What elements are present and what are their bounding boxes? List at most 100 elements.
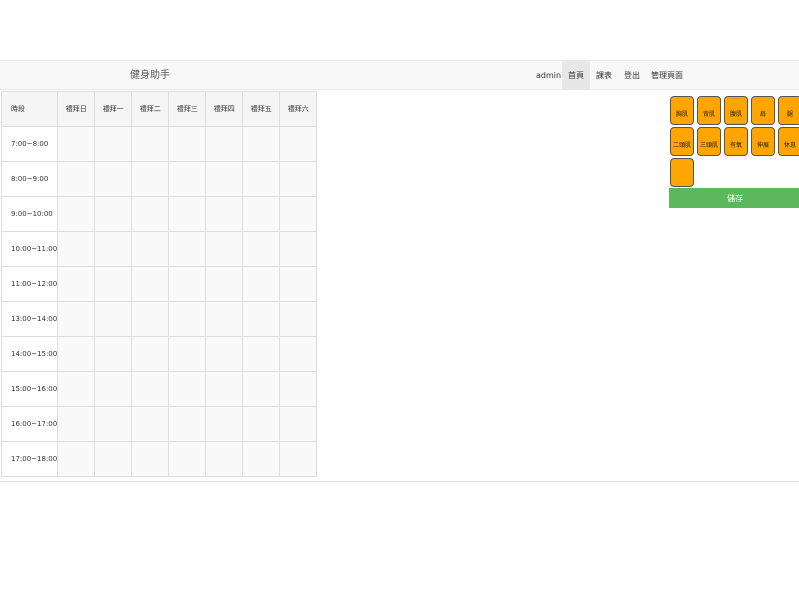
schedule-slot[interactable] xyxy=(205,196,244,232)
time-label: 10:00~11:00 xyxy=(0,231,59,267)
nav-admin[interactable]: 管理頁面 xyxy=(648,61,686,90)
schedule-row: 9:00~10:00 xyxy=(0,196,318,232)
schedule-slot[interactable] xyxy=(131,336,170,372)
schedule-slot[interactable] xyxy=(168,231,207,267)
time-label: 15:00~16:00 xyxy=(0,371,59,407)
schedule-slot[interactable] xyxy=(131,231,170,267)
schedule-slot[interactable] xyxy=(94,266,133,302)
schedule-slot[interactable] xyxy=(94,231,133,267)
schedule-slot[interactable] xyxy=(205,406,244,442)
tile-legs[interactable]: 腿 xyxy=(778,96,799,125)
schedule-slot[interactable] xyxy=(131,266,170,302)
save-button[interactable]: 儲存 xyxy=(669,188,799,208)
schedule-slot[interactable] xyxy=(57,126,96,162)
tile-rest[interactable]: 休息 xyxy=(778,127,799,156)
schedule-slot[interactable] xyxy=(168,196,207,232)
schedule-slot[interactable] xyxy=(168,336,207,372)
schedule-slot[interactable] xyxy=(242,406,281,442)
schedule-row: 17:00~18:00 xyxy=(0,441,318,477)
schedule-slot[interactable] xyxy=(57,441,96,477)
nav-schedule[interactable]: 課表 xyxy=(592,61,616,90)
schedule-slot[interactable] xyxy=(57,336,96,372)
schedule-slot[interactable] xyxy=(242,266,281,302)
schedule-slot[interactable] xyxy=(168,301,207,337)
schedule-slot[interactable] xyxy=(242,231,281,267)
tile-stretch[interactable]: 伸展 xyxy=(751,127,775,156)
schedule-slot[interactable] xyxy=(279,406,318,442)
schedule-slot[interactable] xyxy=(168,406,207,442)
schedule-slot[interactable] xyxy=(242,441,281,477)
schedule-slot[interactable] xyxy=(205,266,244,302)
schedule-slot[interactable] xyxy=(205,371,244,407)
schedule-slot[interactable] xyxy=(94,161,133,197)
schedule-slot[interactable] xyxy=(131,196,170,232)
schedule-slot[interactable] xyxy=(131,161,170,197)
schedule-slot[interactable] xyxy=(279,126,318,162)
brand-title[interactable]: 健身助手 xyxy=(130,61,170,91)
header-thursday: 禮拜四 xyxy=(205,91,244,127)
schedule-slot[interactable] xyxy=(205,336,244,372)
schedule-slot[interactable] xyxy=(242,196,281,232)
tile-biceps[interactable]: 二頭肌 xyxy=(670,127,694,156)
header-saturday: 禮拜六 xyxy=(279,91,318,127)
tile-triceps[interactable]: 三頭肌 xyxy=(697,127,721,156)
schedule-row: 8:00~9:00 xyxy=(0,161,318,197)
schedule-slot[interactable] xyxy=(279,371,318,407)
schedule-slot[interactable] xyxy=(279,301,318,337)
tile-empty[interactable] xyxy=(670,158,694,187)
schedule-slot[interactable] xyxy=(131,371,170,407)
schedule-slot[interactable] xyxy=(168,161,207,197)
schedule-slot[interactable] xyxy=(131,441,170,477)
time-label: 16:00~17:00 xyxy=(0,406,59,442)
schedule-row: 15:00~16:00 xyxy=(0,371,318,407)
schedule-slot[interactable] xyxy=(57,406,96,442)
schedule-slot[interactable] xyxy=(94,301,133,337)
header-wednesday: 禮拜三 xyxy=(168,91,207,127)
schedule-slot[interactable] xyxy=(94,441,133,477)
tile-abs[interactable]: 腹肌 xyxy=(724,96,748,125)
tile-shoulder[interactable]: 肩 xyxy=(751,96,775,125)
schedule-slot[interactable] xyxy=(168,371,207,407)
nav-logout[interactable]: 登出 xyxy=(620,61,644,90)
schedule-slot[interactable] xyxy=(57,266,96,302)
time-label: 13:00~14:00 xyxy=(0,301,59,337)
schedule-slot[interactable] xyxy=(242,371,281,407)
schedule-slot[interactable] xyxy=(205,231,244,267)
schedule-slot[interactable] xyxy=(94,196,133,232)
schedule-slot[interactable] xyxy=(57,196,96,232)
schedule-slot[interactable] xyxy=(279,266,318,302)
schedule-slot[interactable] xyxy=(242,301,281,337)
tile-cardio[interactable]: 有氧 xyxy=(724,127,748,156)
schedule-slot[interactable] xyxy=(131,406,170,442)
schedule-slot[interactable] xyxy=(168,126,207,162)
time-label: 11:00~12:00 xyxy=(0,266,59,302)
schedule-slot[interactable] xyxy=(57,371,96,407)
schedule-slot[interactable] xyxy=(205,161,244,197)
schedule-slot[interactable] xyxy=(279,161,318,197)
schedule-slot[interactable] xyxy=(242,126,281,162)
tile-back[interactable]: 背肌 xyxy=(697,96,721,125)
schedule-slot[interactable] xyxy=(205,441,244,477)
schedule-slot[interactable] xyxy=(242,161,281,197)
schedule-slot[interactable] xyxy=(57,231,96,267)
schedule-slot[interactable] xyxy=(168,441,207,477)
schedule-slot[interactable] xyxy=(94,406,133,442)
schedule-slot[interactable] xyxy=(94,371,133,407)
schedule-table: 時段 禮拜日 禮拜一 禮拜二 禮拜三 禮拜四 禮拜五 禮拜六 7:00~8:00… xyxy=(0,91,318,477)
schedule-slot[interactable] xyxy=(205,301,244,337)
tile-chest[interactable]: 胸肌 xyxy=(670,96,694,125)
schedule-slot[interactable] xyxy=(279,336,318,372)
schedule-slot[interactable] xyxy=(279,441,318,477)
schedule-slot[interactable] xyxy=(205,126,244,162)
schedule-slot[interactable] xyxy=(57,301,96,337)
schedule-slot[interactable] xyxy=(168,266,207,302)
schedule-slot[interactable] xyxy=(279,196,318,232)
schedule-slot[interactable] xyxy=(131,301,170,337)
schedule-slot[interactable] xyxy=(57,161,96,197)
schedule-slot[interactable] xyxy=(279,231,318,267)
nav-home[interactable]: 首頁 xyxy=(562,61,590,90)
schedule-slot[interactable] xyxy=(131,126,170,162)
schedule-slot[interactable] xyxy=(94,126,133,162)
schedule-slot[interactable] xyxy=(94,336,133,372)
schedule-slot[interactable] xyxy=(242,336,281,372)
